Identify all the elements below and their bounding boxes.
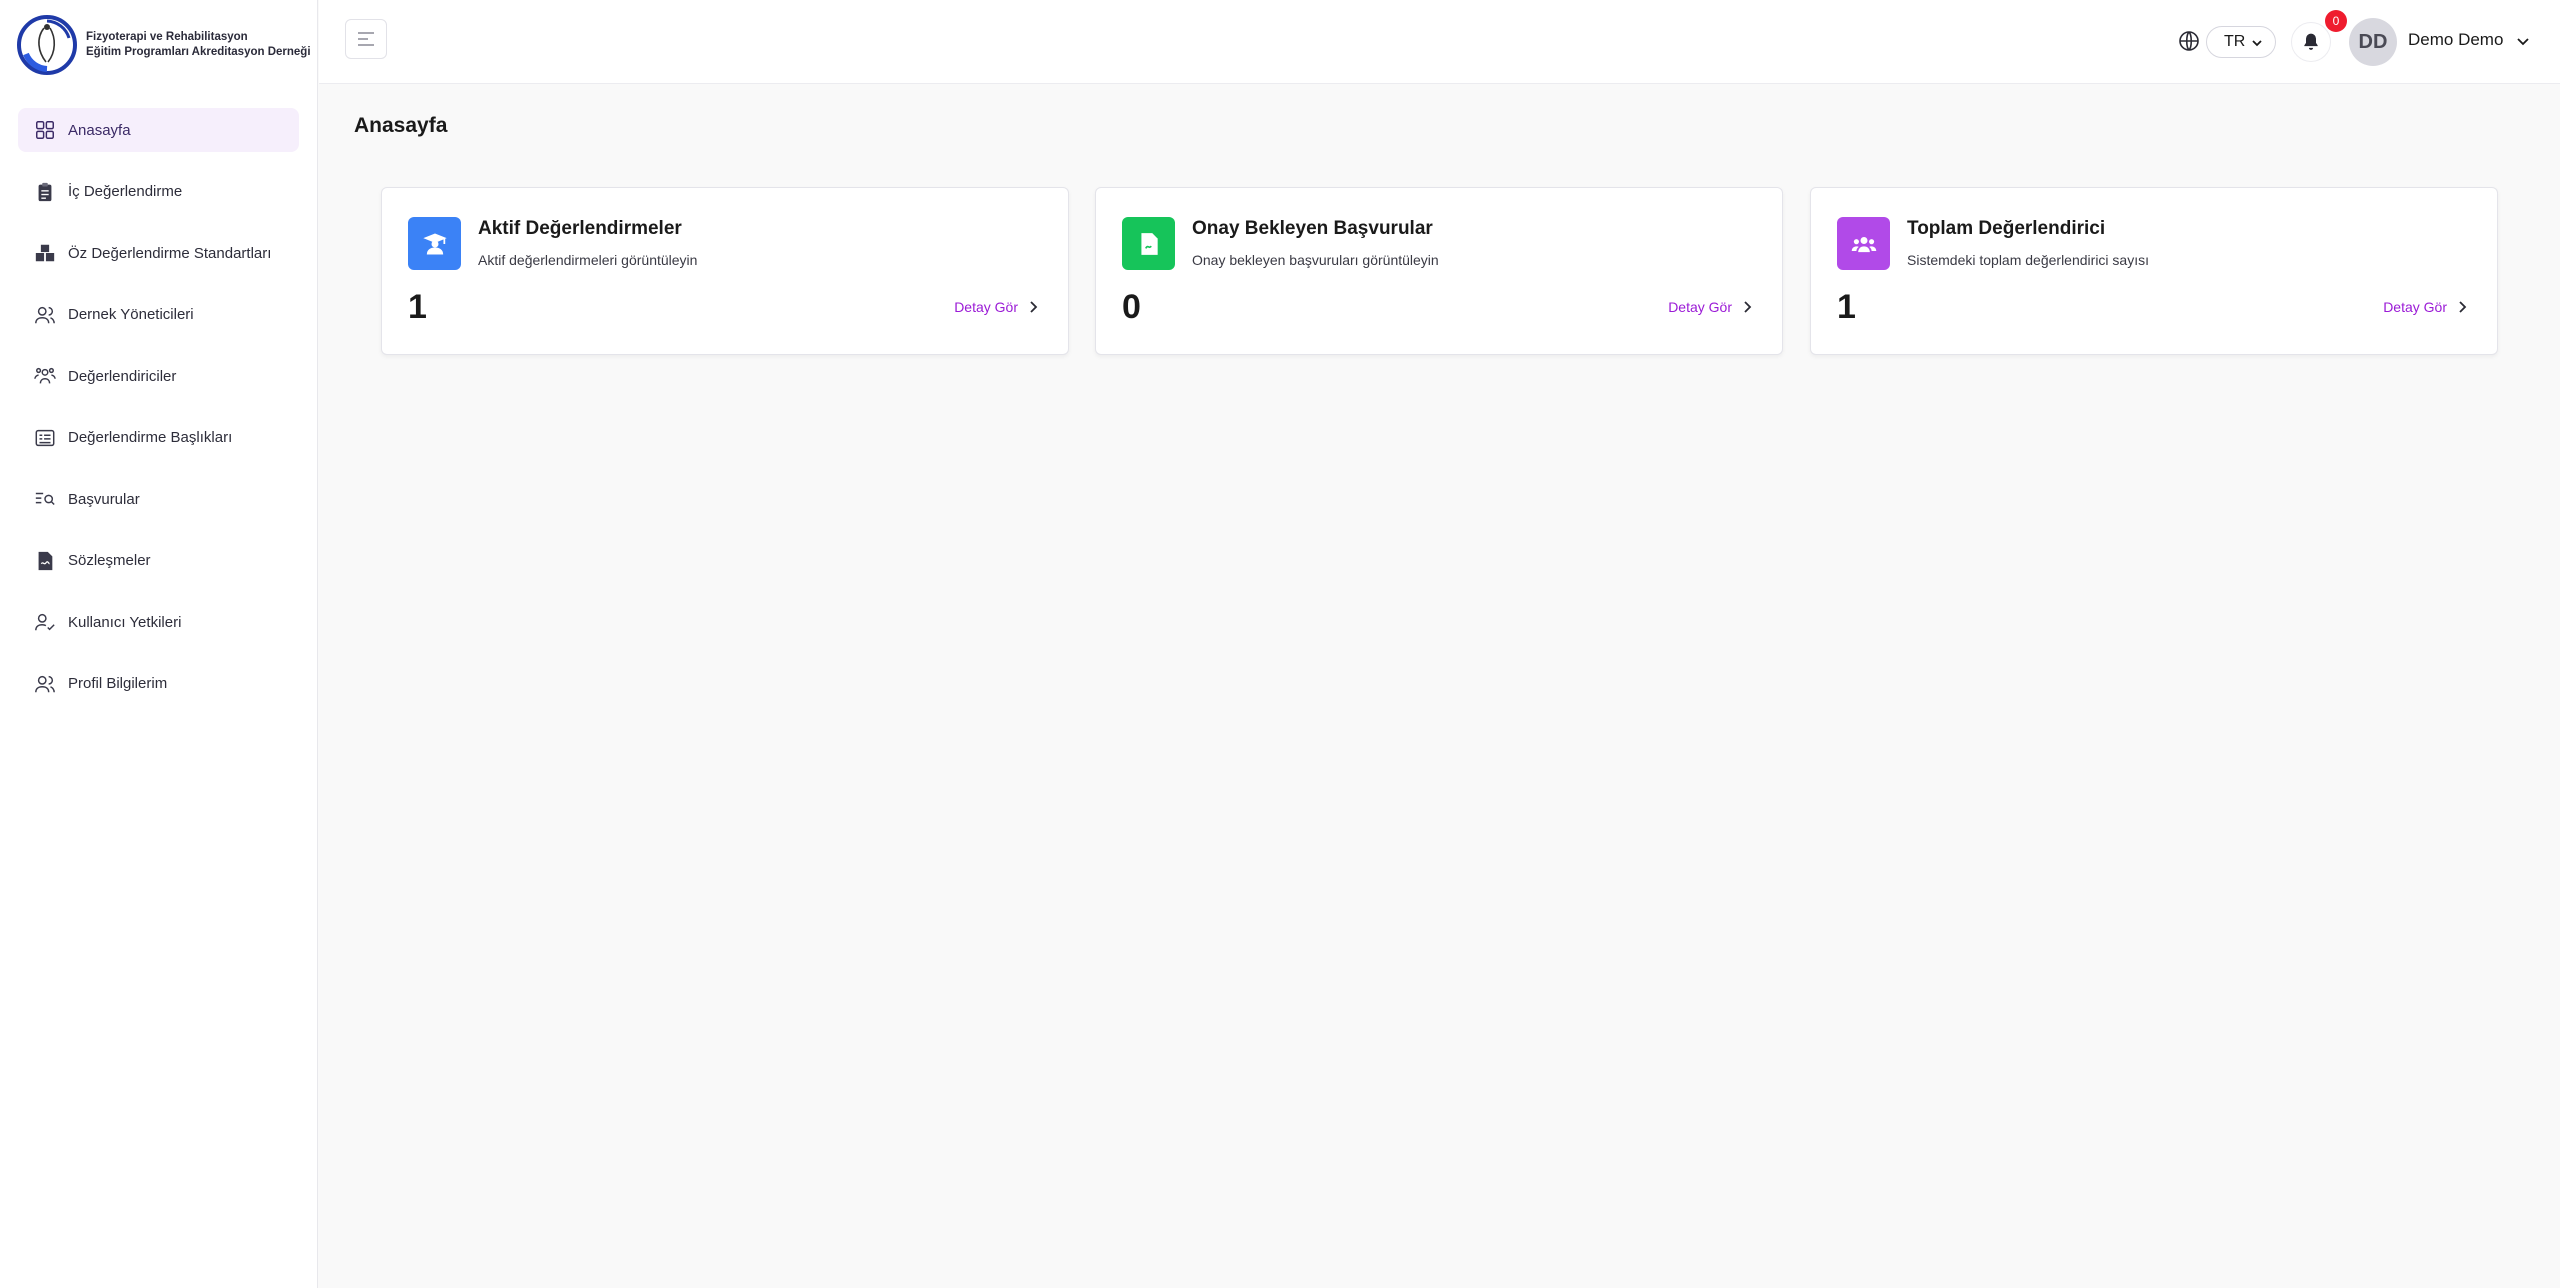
sidebar-item-kullanici-yetkileri[interactable]: Kullanıcı Yetkileri (18, 600, 299, 644)
clipboard-icon (38, 182, 52, 201)
stat-card-onay-bekleyen: Onay Bekleyen Başvurular Onay bekleyen b… (1095, 187, 1783, 355)
card-icon-box (408, 217, 461, 270)
card-subtitle: Aktif değerlendirmeleri görüntüleyin (478, 252, 698, 268)
globe-icon (2179, 31, 2199, 51)
brand-line-2: Eğitim Programları Akreditasyon Derneği (86, 46, 311, 58)
team-icon (1851, 236, 1876, 252)
page-title: Anasayfa (354, 114, 448, 137)
stat-card-aktif-degerlendirmeler: Aktif Değerlendirmeler Aktif değerlendir… (381, 187, 1069, 355)
notifications-button[interactable] (2291, 22, 2331, 62)
sidebar-item-basvurular[interactable]: Başvurular (18, 477, 299, 521)
detail-link-label: Detay Gör (1668, 299, 1732, 315)
search-list-icon (35, 492, 55, 506)
card-subtitle: Sistemdeki toplam değerlendirici sayısı (1907, 252, 2149, 268)
sidebar: Fizyoterapi ve Rehabilitasyon Eğitim Pro… (0, 0, 318, 1288)
card-title: Aktif Değerlendirmeler (478, 218, 682, 239)
user-check-icon (35, 613, 55, 631)
card-subtitle: Onay bekleyen başvuruları görüntüleyin (1192, 252, 1439, 268)
sidebar-item-label: Sözleşmeler (68, 552, 151, 569)
avatar[interactable]: DD (2349, 18, 2397, 66)
sidebar-item-anasayfa[interactable]: Anasayfa (18, 108, 299, 152)
brand-line-1: Fizyoterapi ve Rehabilitasyon (86, 31, 248, 43)
sidebar-item-label: Öz Değerlendirme Standartları (68, 244, 272, 262)
sidebar-item-profil-bilgilerim[interactable]: Profil Bilgilerim (18, 662, 299, 706)
chevron-down-icon (2252, 40, 2262, 47)
detail-link[interactable]: Detay Gör (954, 299, 1040, 315)
detail-link[interactable]: Detay Gör (2383, 299, 2469, 315)
language-value: TR (2224, 33, 2246, 50)
notification-count-badge: 0 (2325, 10, 2347, 32)
user-name[interactable]: Demo Demo (2408, 30, 2503, 50)
sidebar-item-degerlendirme-basliklari[interactable]: Değerlendirme Başlıkları (18, 416, 299, 460)
sidebar-item-ic-degerlendirme[interactable]: İç Değerlendirme (18, 170, 299, 214)
profile-icon (35, 675, 55, 692)
chevron-right-icon (2459, 301, 2467, 313)
users-icon (35, 306, 55, 323)
dashboard-grid-icon (36, 121, 54, 139)
detail-link-label: Detay Gör (954, 299, 1018, 315)
detail-link[interactable]: Detay Gör (1668, 299, 1754, 315)
card-value: 1 (1837, 288, 1856, 326)
sidebar-item-label: Kullanıcı Yetkileri (68, 613, 182, 631)
group-icon (34, 367, 56, 384)
sidebar-item-label: Değerlendiriciler (68, 367, 177, 385)
sidebar-item-oz-degerlendirme[interactable]: Öz Değerlendirme Standartları (18, 231, 299, 275)
sidebar-item-label: Dernek Yöneticileri (68, 306, 194, 323)
sidebar-item-label: Değerlendirme Başlıkları (68, 429, 233, 446)
sidebar-item-label: İç Değerlendirme (68, 183, 183, 200)
contract-icon (38, 551, 53, 570)
user-menu-chevron-icon[interactable] (2515, 33, 2531, 49)
association-logo-icon (17, 15, 77, 75)
document-icon (1140, 232, 1158, 255)
card-icon-box (1122, 217, 1175, 270)
bell-icon (2304, 33, 2318, 50)
card-icon-box (1837, 217, 1890, 270)
sidebar-nav: Anasayfa İç Değerlendirme Öz Değerlendir… (0, 90, 317, 706)
sidebar-item-sozlesmeler[interactable]: Sözleşmeler (18, 539, 299, 583)
brand-logo[interactable]: Fizyoterapi ve Rehabilitasyon Eğitim Pro… (0, 0, 317, 90)
list-card-icon (35, 429, 55, 446)
language-select[interactable]: TR (2206, 26, 2276, 58)
chevron-right-icon (1744, 301, 1752, 313)
sidebar-item-degerlendiriciler[interactable]: Değerlendiriciler (18, 354, 299, 398)
sidebar-item-label: Anasayfa (68, 121, 131, 139)
graduate-icon (422, 233, 447, 254)
card-title: Onay Bekleyen Başvurular (1192, 218, 1433, 239)
topbar: TR 0 DD Demo Demo (319, 0, 2560, 84)
sidebar-item-label: Profil Bilgilerim (68, 675, 168, 692)
blocks-icon (35, 244, 55, 262)
card-value: 1 (408, 288, 427, 326)
hamburger-icon (358, 32, 374, 46)
card-title: Toplam Değerlendirici (1907, 218, 2106, 239)
detail-link-label: Detay Gör (2383, 299, 2447, 315)
chevron-right-icon (1030, 301, 1038, 313)
sidebar-item-dernek-yoneticileri[interactable]: Dernek Yöneticileri (18, 293, 299, 337)
stat-card-toplam-degerlendirici: Toplam Değerlendirici Sistemdeki toplam … (1810, 187, 2498, 355)
sidebar-item-label: Başvurular (68, 490, 140, 508)
card-value: 0 (1122, 288, 1141, 326)
menu-toggle-button[interactable] (345, 19, 387, 59)
